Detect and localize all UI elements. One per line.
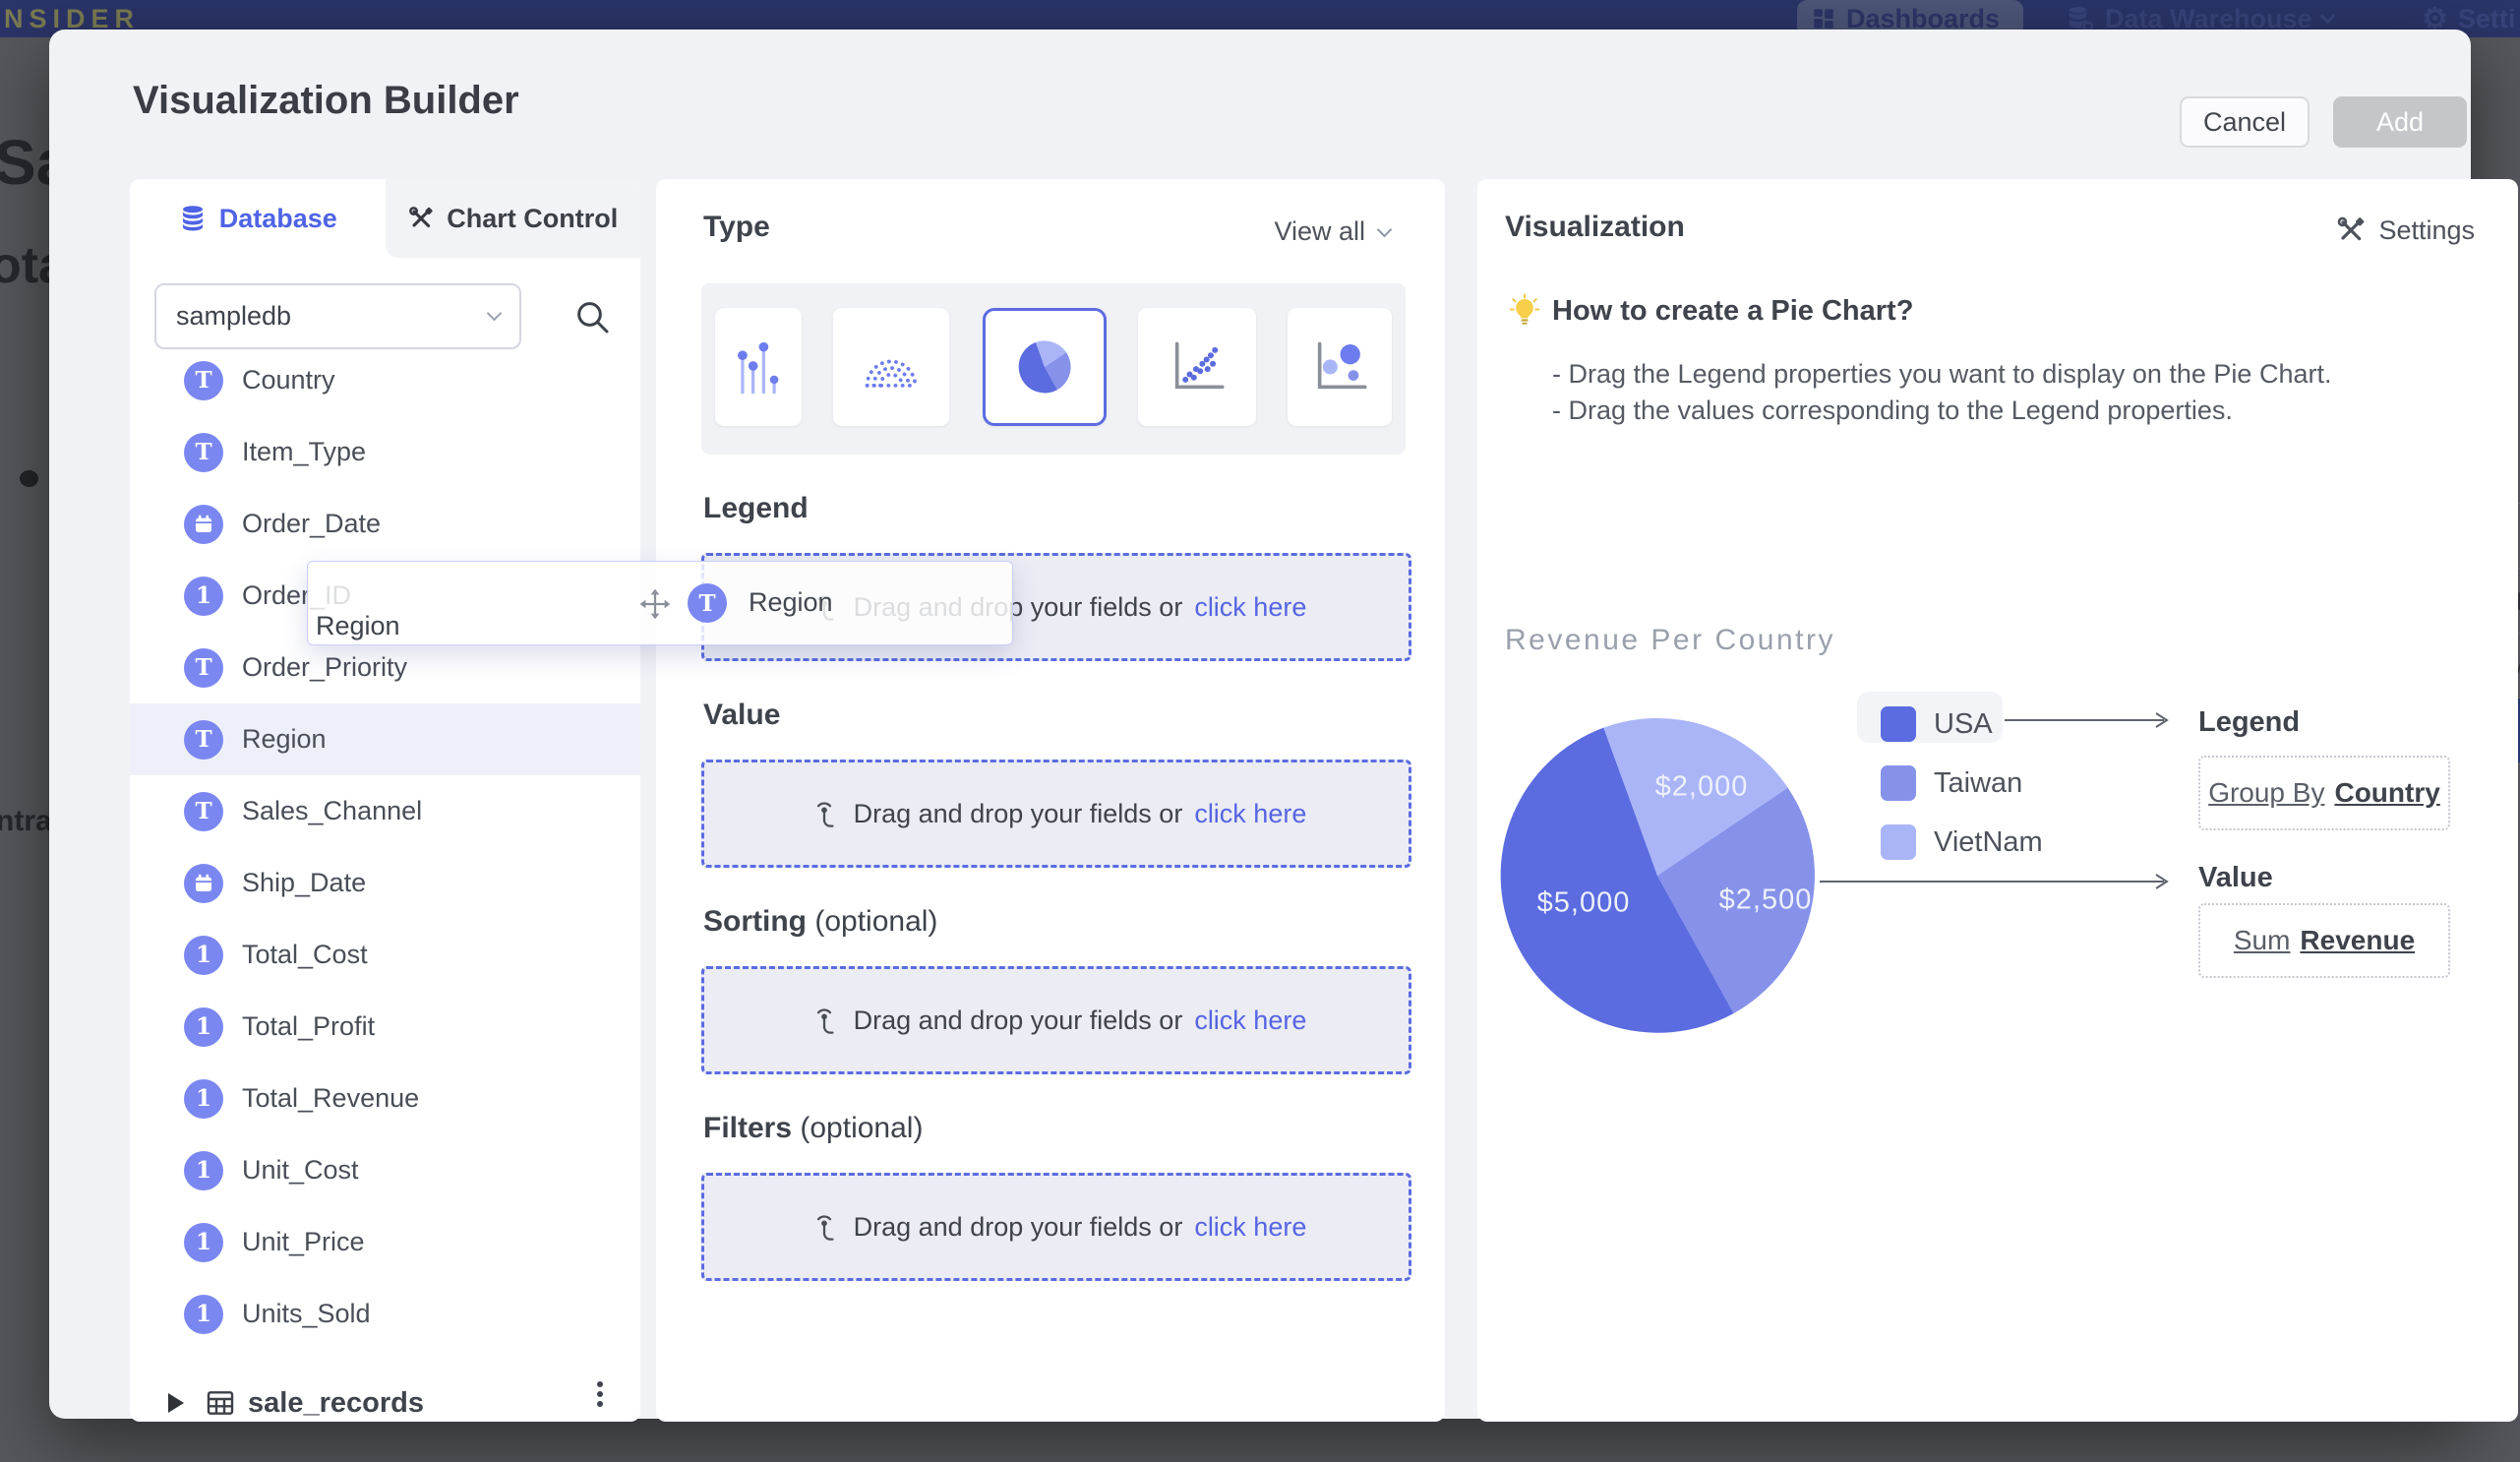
datasource-select[interactable]: sampledb: [154, 283, 521, 349]
visualization-panel: Visualization Settings How to create a P…: [1477, 179, 2518, 1422]
database-panel: Database Chart Control sampledb: [130, 179, 640, 1422]
database-icon: [178, 204, 208, 233]
annotation-value-box: Sum Revenue: [2198, 903, 2450, 978]
annotation-arrows: [1812, 706, 2186, 903]
field-type-icon: T 1: [184, 1007, 223, 1047]
chart-type-parliament[interactable]: [833, 308, 949, 426]
kebab-menu-icon[interactable]: [597, 1377, 605, 1411]
field-type-icon: T 1: [184, 433, 223, 472]
field-row[interactable]: T 1 Units_Sold: [130, 1278, 640, 1350]
settings-button[interactable]: Settings: [2335, 214, 2475, 246]
annotation-legend-box: Group By Country: [2198, 756, 2450, 830]
field-type-icon: T 1: [184, 1295, 223, 1334]
tip-lines: - Drag the Legend properties you want to…: [1552, 356, 2331, 429]
move-icon: [638, 587, 672, 621]
tools-icon: [407, 205, 435, 232]
field-dropzone[interactable]: Drag and drop your fields or click here: [701, 1173, 1411, 1281]
drag-ghost-region[interactable]: Region T Region: [307, 561, 1013, 645]
field-row[interactable]: T 1 Region: [130, 703, 640, 775]
section-heading: Value: [703, 699, 780, 732]
pie-data-label-vietnam: $2,000: [1655, 771, 1749, 804]
chart-type-strip: [701, 283, 1406, 455]
left-panel-tabs: Database Chart Control: [130, 179, 640, 258]
field-type-icon: T 1: [184, 577, 223, 616]
tip-line: - Drag the values corresponding to the L…: [1552, 393, 2331, 429]
field-type-icon: T 1: [184, 720, 223, 760]
field-dropzone[interactable]: Drag and drop your fields or click here: [701, 760, 1411, 868]
dropzone-text: Drag and drop your fields or: [854, 1212, 1183, 1243]
chart-type-bubble[interactable]: [1288, 308, 1392, 426]
field-type-icon: T: [688, 583, 727, 623]
chart-type-scatter[interactable]: [1138, 308, 1256, 426]
drag-ghost-source-label: Region: [316, 611, 400, 641]
annotation-legend-heading: Legend: [2198, 706, 2300, 739]
field-type-icon: T 1: [184, 936, 223, 975]
dropzone-click-here-link[interactable]: click here: [1194, 592, 1306, 623]
section-heading: Filters (optional): [703, 1112, 923, 1145]
field-type-icon: T 1: [184, 1151, 223, 1190]
visualization-heading: Visualization: [1505, 211, 1685, 244]
tab-chart-control[interactable]: Chart Control: [386, 179, 641, 258]
cancel-button[interactable]: Cancel: [2180, 96, 2310, 148]
field-type-icon: T 1: [184, 1079, 223, 1119]
chart-type-lollipop[interactable]: [715, 308, 802, 426]
view-all-button[interactable]: View all: [1274, 216, 1390, 247]
dropzone-click-here-link[interactable]: click here: [1194, 1005, 1306, 1036]
drag-ghost-field-label: Region: [749, 587, 833, 618]
type-heading: Type: [703, 211, 770, 244]
field-type-icon: T 1: [184, 792, 223, 831]
field-row[interactable]: T 1 Sales_Channel: [130, 775, 640, 847]
field-type-icon: T 1: [184, 864, 223, 903]
field-row[interactable]: T 1 Total_Profit: [130, 991, 640, 1063]
field-type-icon: T 1: [184, 1223, 223, 1262]
field-row[interactable]: T 1 Ship_Date: [130, 847, 640, 919]
dashboard-grid-icon: [1811, 6, 1836, 31]
chevron-down-icon: [1377, 222, 1393, 238]
tap-icon: [807, 796, 842, 831]
pie-data-label-taiwan: $2,500: [1719, 884, 1813, 917]
visualization-builder-modal: Visualization Builder Cancel Add Databas…: [49, 30, 2471, 1419]
add-button[interactable]: Add: [2333, 96, 2467, 148]
dropzone-text: Drag and drop your fields or: [854, 799, 1183, 829]
field-row[interactable]: T 1 Item_Type: [130, 416, 640, 488]
field-row[interactable]: T 1 Total_Revenue: [130, 1063, 640, 1134]
annotation-value-heading: Value: [2198, 862, 2273, 894]
tab-database[interactable]: Database: [130, 179, 386, 258]
tip-title: How to create a Pie Chart?: [1552, 295, 1913, 328]
table-icon: [205, 1387, 236, 1419]
field-type-icon: T 1: [184, 361, 223, 400]
field-row[interactable]: T 1 Total_Cost: [130, 919, 640, 991]
tools-icon: [2335, 214, 2367, 246]
expand-caret-icon[interactable]: [168, 1393, 184, 1413]
field-row[interactable]: T 1 Country: [130, 344, 640, 416]
dropzone-click-here-link[interactable]: click here: [1194, 1212, 1306, 1243]
pie-chart: [1490, 708, 1825, 1043]
field-row[interactable]: T 1 Order_Date: [130, 488, 640, 560]
modal-title: Visualization Builder: [133, 79, 519, 123]
field-list: T 1 Country T 1: [130, 344, 640, 1350]
tip-line: - Drag the Legend properties you want to…: [1552, 356, 2331, 393]
chevron-down-icon: [2319, 8, 2335, 24]
search-icon[interactable]: [572, 297, 612, 336]
field-dropzone[interactable]: Drag and drop your fields or click here: [701, 966, 1411, 1074]
background-bullet-dot: [20, 470, 38, 487]
tap-icon: [807, 1003, 842, 1038]
dropzone-click-here-link[interactable]: click here: [1194, 799, 1306, 829]
field-row[interactable]: T 1 Unit_Cost: [130, 1134, 640, 1206]
tap-icon: [807, 1209, 842, 1245]
field-row[interactable]: T 1 Unit_Price: [130, 1206, 640, 1278]
lightbulb-icon: [1507, 293, 1542, 329]
chart-type-pie[interactable]: [983, 308, 1107, 426]
table-row-sale-records[interactable]: sale_records: [130, 1371, 640, 1422]
chart-config-panel: Type View all: [656, 179, 1445, 1422]
field-type-icon: T 1: [184, 505, 223, 544]
pie-data-label-usa: $5,000: [1537, 887, 1631, 920]
section-heading: Legend: [703, 492, 809, 525]
chart-title: Revenue Per Country: [1505, 624, 1835, 657]
field-type-icon: T 1: [184, 648, 223, 688]
dropzone-text: Drag and drop your fields or: [854, 1005, 1183, 1036]
section-heading: Sorting (optional): [703, 905, 937, 939]
chevron-down-icon: [487, 306, 503, 322]
